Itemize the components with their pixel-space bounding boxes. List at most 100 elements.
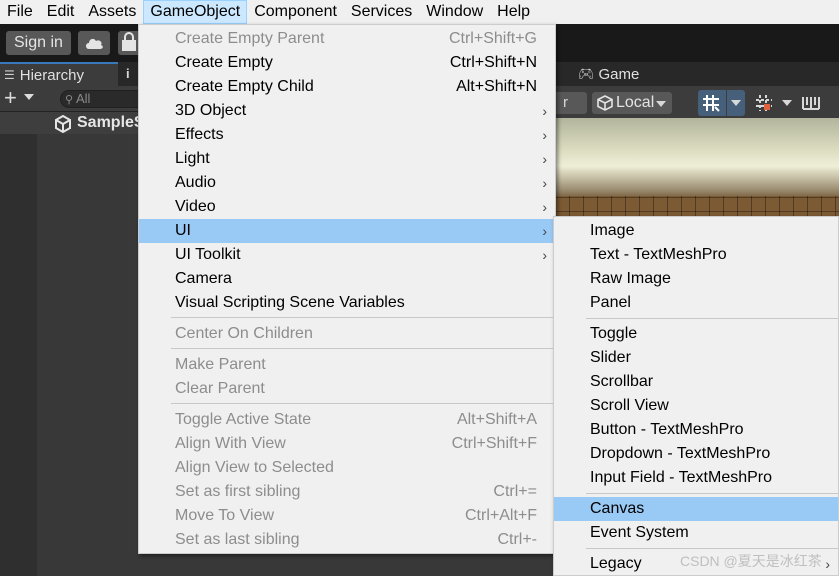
menu-item-label: Move To View xyxy=(175,507,275,524)
submenu-item-slider[interactable]: Slider xyxy=(554,346,838,370)
menu-file[interactable]: File xyxy=(0,0,40,24)
menu-item-set-as-first-sibling[interactable]: Set as first sibling Ctrl+= xyxy=(139,480,555,504)
submenu-item-image[interactable]: Image xyxy=(554,219,838,243)
submenu-item-label: Text - TextMeshPro xyxy=(590,246,727,263)
grid-toggle-button[interactable] xyxy=(698,90,726,116)
menu-item-shortcut: Ctrl+Shift+F xyxy=(451,435,537,452)
submenu-item-scrollbar[interactable]: Scrollbar xyxy=(554,370,838,394)
menu-assets[interactable]: Assets xyxy=(81,0,143,24)
chevron-right-icon: › xyxy=(542,103,547,119)
submenu-item-event-system[interactable]: Event System xyxy=(554,521,838,545)
menu-item-label: Align With View xyxy=(175,435,286,452)
submenu-item-label: Panel xyxy=(590,294,631,311)
menu-window[interactable]: Window xyxy=(419,0,490,24)
menu-separator xyxy=(586,493,838,494)
snap-icon xyxy=(756,95,772,111)
menu-help[interactable]: Help xyxy=(490,0,537,24)
submenu-item-scroll-view[interactable]: Scroll View xyxy=(554,394,838,418)
snap-options-dropdown[interactable] xyxy=(779,90,795,116)
menu-item-toggle-active-state[interactable]: Toggle Active State Alt+Shift+A xyxy=(139,408,555,432)
submenu-item-label: Image xyxy=(590,222,635,239)
search-icon: ⚲ xyxy=(65,94,74,106)
menu-item-label: Create Empty xyxy=(175,54,273,71)
watermark: CSDN @夏天是冰红茶 xyxy=(680,553,822,569)
menu-item-video[interactable]: Video › xyxy=(139,195,555,219)
submenu-item-label: Button - TextMeshPro xyxy=(590,421,744,438)
menu-item-label: Clear Parent xyxy=(175,380,265,397)
menu-item-move-to-view[interactable]: Move To View Ctrl+Alt+F xyxy=(139,504,555,528)
cloud-button[interactable] xyxy=(78,31,110,55)
menu-item-visual-scripting-scene-variables[interactable]: Visual Scripting Scene Variables xyxy=(139,291,555,315)
scene-row[interactable]: SampleS xyxy=(0,112,145,134)
menu-item-effects[interactable]: Effects › xyxy=(139,123,555,147)
hierarchy-gutter xyxy=(0,134,37,576)
add-object-button[interactable]: + xyxy=(4,87,17,109)
menu-item-create-empty-parent[interactable]: Create Empty Parent Ctrl+Shift+G xyxy=(139,27,555,51)
submenu-item-label: Toggle xyxy=(590,325,638,342)
submenu-item-label: Event System xyxy=(590,524,689,541)
game-tab-label: Game xyxy=(598,65,640,83)
gamepad-icon: 🎮︎ xyxy=(578,66,595,81)
menu-item-ui[interactable]: UI › xyxy=(139,219,555,243)
menu-gameobject[interactable]: GameObject xyxy=(143,0,248,24)
submenu-item-label: Dropdown - TextMeshPro xyxy=(590,445,771,462)
chevron-right-icon: › xyxy=(542,175,547,191)
menu-item-light[interactable]: Light › xyxy=(139,147,555,171)
menu-item-shortcut: Ctrl+- xyxy=(497,531,537,548)
submenu-item-button-textmeshpro[interactable]: Button - TextMeshPro xyxy=(554,418,838,442)
menu-item-ui-toolkit[interactable]: UI Toolkit › xyxy=(139,243,555,267)
submenu-item-toggle[interactable]: Toggle xyxy=(554,322,838,346)
submenu-item-raw-image[interactable]: Raw Image xyxy=(554,267,838,291)
menu-item-label: Camera xyxy=(175,270,232,287)
menu-item-3d-object[interactable]: 3D Object › xyxy=(139,99,555,123)
menu-component[interactable]: Component xyxy=(247,0,344,24)
asset-store-button[interactable] xyxy=(118,31,140,55)
menu-item-camera[interactable]: Camera xyxy=(139,267,555,291)
menu-edit[interactable]: Edit xyxy=(40,0,82,24)
submenu-item-label: Canvas xyxy=(590,500,645,517)
menu-item-clear-parent[interactable]: Clear Parent xyxy=(139,377,555,401)
grid-options-dropdown[interactable] xyxy=(727,90,745,116)
menu-item-create-empty[interactable]: Create Empty Ctrl+Shift+N xyxy=(139,51,555,75)
menu-item-label: UI xyxy=(175,222,191,239)
info-icon[interactable]: i xyxy=(126,66,130,81)
menu-item-center-on-children[interactable]: Center On Children xyxy=(139,322,555,346)
menu-item-align-with-view[interactable]: Align With View Ctrl+Shift+F xyxy=(139,432,555,456)
chevron-down-icon xyxy=(731,100,741,106)
main-menu-bar: File Edit Assets GameObject Component Se… xyxy=(0,0,839,24)
tab-hierarchy[interactable]: ☰ Hierarchy xyxy=(0,62,118,86)
snap-toggle-button[interactable] xyxy=(750,90,778,116)
tab-game[interactable]: 🎮︎ Game xyxy=(568,62,688,86)
submenu-item-canvas[interactable]: Canvas xyxy=(554,497,838,521)
menu-item-label: Create Empty Child xyxy=(175,78,314,95)
submenu-item-panel[interactable]: Panel xyxy=(554,291,838,315)
menu-item-set-as-last-sibling[interactable]: Set as last sibling Ctrl+- xyxy=(139,528,555,552)
menu-item-make-parent[interactable]: Make Parent xyxy=(139,353,555,377)
handle-rotation-dropdown[interactable]: Local xyxy=(592,92,672,114)
menu-item-label: Visual Scripting Scene Variables xyxy=(175,294,405,311)
menu-item-label: Toggle Active State xyxy=(175,411,312,428)
menu-item-shortcut: Alt+Shift+N xyxy=(456,78,537,95)
menu-item-audio[interactable]: Audio › xyxy=(139,171,555,195)
submenu-item-label: Scroll View xyxy=(590,397,669,414)
increment-snap-button[interactable] xyxy=(798,90,826,116)
menu-services[interactable]: Services xyxy=(344,0,419,24)
menu-separator xyxy=(586,548,838,549)
chevron-down-icon xyxy=(656,101,666,107)
hierarchy-tab-label: Hierarchy xyxy=(19,66,84,84)
sign-in-button[interactable]: Sign in xyxy=(6,31,71,55)
menu-item-align-view-to-selected[interactable]: Align View to Selected xyxy=(139,456,555,480)
unity-scene-icon xyxy=(55,115,71,133)
submenu-item-input-field-textmeshpro[interactable]: Input Field - TextMeshPro xyxy=(554,466,838,490)
submenu-item-dropdown-textmeshpro[interactable]: Dropdown - TextMeshPro xyxy=(554,442,838,466)
chevron-down-icon[interactable] xyxy=(24,94,34,100)
pivot-dropdown[interactable]: r xyxy=(555,92,587,114)
menu-item-create-empty-child[interactable]: Create Empty Child Alt+Shift+N xyxy=(139,75,555,99)
hierarchy-search-input[interactable]: ⚲ All xyxy=(60,90,142,108)
menu-item-label: Effects xyxy=(175,126,224,143)
submenu-item-text-textmeshpro[interactable]: Text - TextMeshPro xyxy=(554,243,838,267)
menu-separator xyxy=(171,403,553,404)
menu-item-label: UI Toolkit xyxy=(175,246,241,263)
menu-separator xyxy=(586,318,838,319)
chevron-right-icon: › xyxy=(542,127,547,143)
